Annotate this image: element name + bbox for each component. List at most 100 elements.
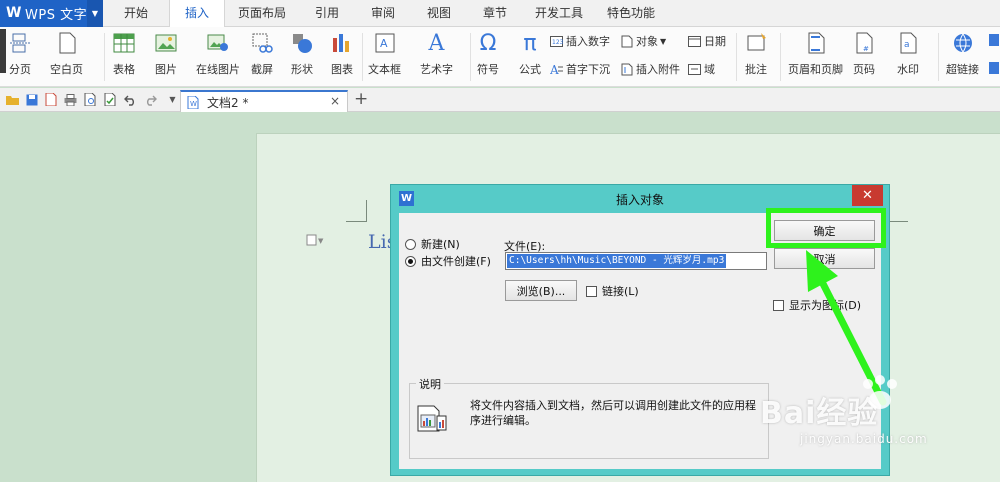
- text-box-icon: A: [373, 31, 397, 55]
- scissors-icon: [250, 31, 274, 55]
- online-picture-button[interactable]: 在线图片: [196, 31, 240, 77]
- export-pdf-icon[interactable]: [44, 93, 57, 106]
- link-checkbox[interactable]: 链接(L): [586, 283, 639, 299]
- field-label: 域: [704, 63, 715, 76]
- tab-page-layout[interactable]: 页面布局: [225, 0, 299, 27]
- screenshot-button[interactable]: 截屏: [250, 31, 274, 77]
- drop-cap-button[interactable]: A 首字下沉: [550, 61, 610, 77]
- browse-button[interactable]: 浏览(B)...: [505, 280, 577, 301]
- watermark-button[interactable]: a 水印: [896, 31, 920, 77]
- picture-button[interactable]: 图片: [154, 31, 178, 77]
- document-tab[interactable]: W 文档2 * ×: [180, 90, 348, 112]
- chevron-down-icon[interactable]: ▼: [660, 37, 666, 46]
- page-break-button[interactable]: 分页: [8, 31, 32, 77]
- text-box-button[interactable]: A 文本框: [368, 31, 401, 77]
- tab-features[interactable]: 特色功能: [595, 0, 667, 27]
- page-break-label: 分页: [9, 63, 31, 76]
- chevron-down-icon[interactable]: ▼: [87, 0, 103, 27]
- table-label: 表格: [113, 63, 135, 76]
- bookmark-icon[interactable]: [988, 31, 1000, 83]
- tab-view[interactable]: 视图: [411, 0, 467, 27]
- svg-text:W: W: [190, 100, 197, 108]
- undo-icon[interactable]: [124, 93, 137, 106]
- menu-tabs: 开始 插入 页面布局 引用 审阅 视图 章节 开发工具 特色功能: [103, 0, 667, 28]
- text-box-label: 文本框: [368, 63, 401, 76]
- svg-text:A: A: [380, 37, 388, 50]
- comment-icon: [744, 31, 768, 55]
- save-icon[interactable]: [25, 93, 38, 106]
- paw-icon: [858, 374, 900, 417]
- drop-cap-icon: A: [550, 63, 563, 76]
- object-icon: [620, 35, 633, 48]
- watermark-url: jingyan.baidu.com: [800, 432, 928, 446]
- radio-create-from-file[interactable]: 由文件创建(F): [405, 253, 491, 269]
- radio-create-new[interactable]: 新建(N): [405, 236, 460, 252]
- bar-chart-icon: [330, 31, 354, 55]
- close-tab-icon[interactable]: ×: [330, 94, 340, 108]
- svg-text:A: A: [550, 63, 559, 76]
- embedded-object-icon: [416, 402, 448, 434]
- crop-mark: [346, 221, 367, 222]
- ribbon-collapse-handle[interactable]: [0, 29, 6, 73]
- link-checkbox-label: 链接(L): [602, 285, 639, 298]
- display-as-icon-checkbox[interactable]: 显示为图标(D): [773, 297, 861, 313]
- drop-cap-label: 首字下沉: [566, 63, 610, 76]
- date-label: 日期: [704, 35, 726, 48]
- date-button[interactable]: 日期: [688, 33, 726, 49]
- tab-insert[interactable]: 插入: [169, 0, 225, 28]
- cancel-button[interactable]: 取消: [774, 248, 875, 269]
- table-button[interactable]: 表格: [112, 31, 136, 77]
- folder-open-icon[interactable]: [6, 93, 19, 106]
- print-preview-icon[interactable]: [84, 93, 97, 106]
- file-path-input[interactable]: C:\Users\hh\Music\BEYOND - 光辉岁月.mp3: [505, 252, 767, 270]
- ribbon-separator: [938, 33, 939, 81]
- redo-icon[interactable]: [144, 93, 157, 106]
- app-menu-button[interactable]: W WPS 文字 ▼: [0, 0, 103, 27]
- object-button[interactable]: 对象 ▼: [620, 33, 666, 49]
- formula-button[interactable]: π 公式: [518, 31, 542, 77]
- insert-attachment-button[interactable]: 插入附件: [620, 61, 680, 77]
- blank-page-button[interactable]: 空白页: [50, 31, 83, 77]
- ok-highlight-box: [766, 208, 886, 248]
- tab-home[interactable]: 开始: [103, 0, 169, 27]
- symbol-button[interactable]: Ω 符号: [476, 31, 500, 77]
- document-icon: W: [187, 95, 199, 112]
- tab-references[interactable]: 引用: [299, 0, 355, 27]
- print-icon[interactable]: [64, 93, 77, 106]
- page-break-icon: [8, 31, 32, 55]
- customize-dropdown-icon[interactable]: ▼: [166, 93, 179, 106]
- omega-icon: Ω: [479, 30, 497, 56]
- tab-sections[interactable]: 章节: [467, 0, 523, 27]
- online-picture-icon: [206, 31, 230, 55]
- tab-developer[interactable]: 开发工具: [523, 0, 595, 27]
- object-label: 对象: [636, 35, 658, 48]
- tab-review[interactable]: 审阅: [355, 0, 411, 27]
- field-button[interactable]: 域: [688, 61, 715, 77]
- spell-check-icon[interactable]: [104, 93, 117, 106]
- chart-button[interactable]: 图表: [330, 31, 354, 77]
- quick-access-bar: ▼ W 文档2 * × +: [0, 88, 1000, 112]
- svg-text:#: #: [863, 45, 869, 53]
- checkbox-box: [586, 285, 597, 297]
- word-art-button[interactable]: A 艺术字: [420, 31, 453, 77]
- screenshot-label: 截屏: [251, 63, 273, 76]
- shape-button[interactable]: 形状: [290, 31, 314, 77]
- pi-icon: π: [523, 30, 537, 56]
- description-text: 将文件内容插入到文档，然后可以调用创建此文件的应用程序进行编辑。: [470, 399, 756, 427]
- insert-number-label: 插入数字: [566, 35, 610, 48]
- formula-label: 公式: [519, 63, 541, 76]
- insert-number-button[interactable]: 123 插入数字: [550, 33, 610, 49]
- comment-button[interactable]: 批注: [744, 31, 768, 77]
- comment-label: 批注: [745, 63, 767, 76]
- header-footer-button[interactable]: 页眉和页脚: [788, 31, 843, 77]
- dialog-close-button[interactable]: ✕: [852, 185, 883, 206]
- ribbon-separator: [470, 33, 471, 81]
- radio-circle: [405, 238, 416, 250]
- calendar-icon: [688, 35, 701, 48]
- picture-label: 图片: [155, 63, 177, 76]
- paste-options-icon[interactable]: ▼: [306, 234, 326, 249]
- blank-page-icon: [55, 31, 79, 55]
- page-number-button[interactable]: # 页码: [852, 31, 876, 77]
- new-tab-button[interactable]: +: [354, 89, 368, 109]
- hyperlink-button[interactable]: 超链接: [946, 31, 979, 77]
